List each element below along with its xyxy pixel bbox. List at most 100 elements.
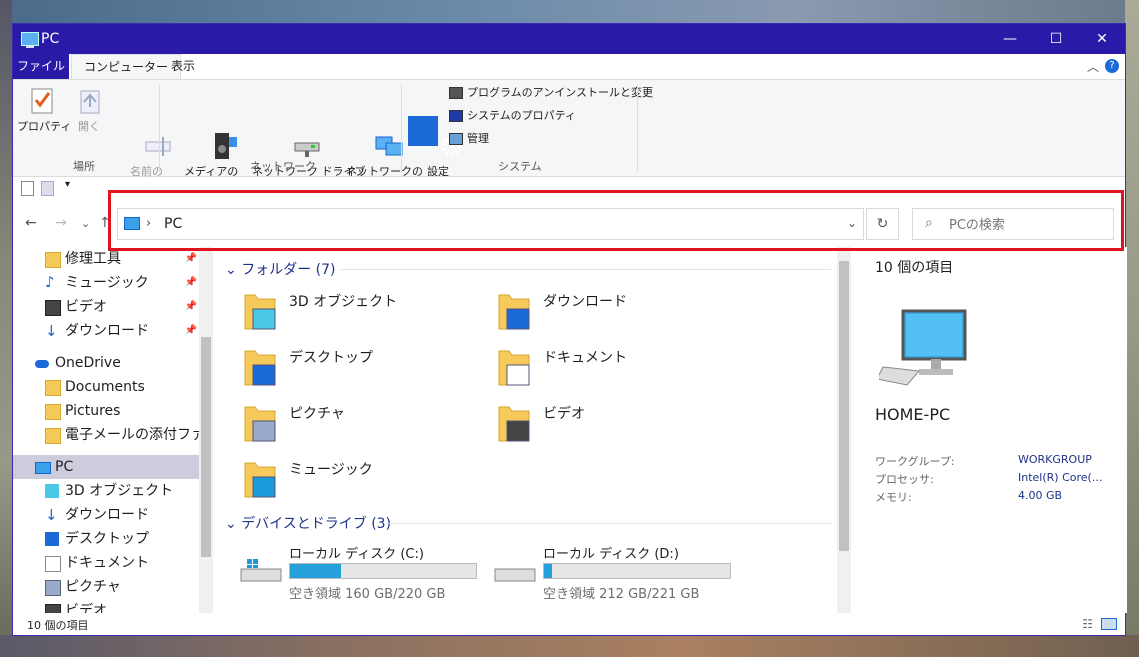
folder-icon <box>45 380 61 396</box>
drives-section-header[interactable]: ⌄ デバイスとドライブ (3) <box>225 513 391 533</box>
network-group-label: ネットワーク <box>250 160 316 173</box>
computer-icon <box>21 32 39 48</box>
content-scrollbar[interactable] <box>837 247 851 613</box>
folder-item[interactable]: ミュージック <box>243 455 483 503</box>
detail-key: メモリ: <box>875 491 912 504</box>
music-folder-icon <box>243 459 277 499</box>
computer-name: HOME-PC <box>875 405 951 424</box>
customize-quick-access-icon[interactable]: ▾ <box>65 179 70 190</box>
cloud-icon <box>35 360 49 368</box>
folder-icon <box>45 252 61 268</box>
ribbon-separator <box>637 84 638 172</box>
uninstall-program-button[interactable]: プログラムのアンインストールと変更 <box>449 84 653 102</box>
minimize-button[interactable]: — <box>987 24 1033 54</box>
desktop-background-left <box>0 0 12 657</box>
help-icon[interactable]: ? <box>1105 59 1119 73</box>
folders-section-header[interactable]: ⌄ フォルダー (7) <box>225 259 335 279</box>
desktop-background-top <box>0 0 1139 24</box>
drive-item[interactable]: ローカル ディスク (D:) 空き領域 212 GB/221 GB <box>493 543 738 602</box>
large-icons-view-icon[interactable] <box>1101 618 1117 630</box>
section-divider <box>389 523 831 524</box>
cube-folder-icon <box>243 291 277 331</box>
nav-item[interactable]: OneDrive <box>13 351 199 375</box>
collapse-ribbon-icon[interactable]: ︿ <box>1087 58 1099 75</box>
new-folder-quick-icon[interactable] <box>41 181 54 196</box>
detail-key: プロセッサ: <box>875 473 934 486</box>
recent-locations-button[interactable]: ⌄ <box>81 217 90 230</box>
folder-item[interactable]: ドキュメント <box>497 343 737 391</box>
properties-button[interactable]: プロパティ <box>17 86 71 134</box>
open-button[interactable]: 開く <box>69 86 109 134</box>
folder-item[interactable]: 3D オブジェクト <box>243 287 483 335</box>
folder-item[interactable]: ピクチャ <box>243 399 483 447</box>
network-location-icon <box>346 116 403 156</box>
drives-section-label: デバイスとドライブ (3) <box>241 516 392 532</box>
title-bar[interactable]: PC — ☐ ✕ <box>13 24 1125 54</box>
documents-folder-icon <box>497 347 531 387</box>
nav-item[interactable]: ♪ ミュージック 📌 <box>13 271 199 295</box>
manage-button[interactable]: 管理 <box>449 130 489 148</box>
properties-icon <box>27 86 57 116</box>
folder-item[interactable]: ビデオ <box>497 399 737 447</box>
hard-drive-icon <box>239 557 283 587</box>
hard-drive-icon <box>493 557 537 587</box>
properties-quick-icon[interactable] <box>21 181 34 196</box>
back-button[interactable]: ← <box>25 215 37 231</box>
open-icon <box>74 86 104 116</box>
nav-item[interactable]: デスクトップ <box>13 527 199 551</box>
nav-item-label: ビデオ <box>65 299 107 315</box>
nav-scrollbar[interactable] <box>199 247 213 613</box>
nav-item[interactable]: PC <box>13 455 199 479</box>
open-label: 開く <box>78 120 100 133</box>
nav-item[interactable]: 電子メールの添付ファイ <box>13 423 213 447</box>
nav-item[interactable]: ピクチャ <box>13 575 199 599</box>
tab-file[interactable]: ファイル <box>13 54 69 79</box>
drive-usage-fill <box>290 564 341 578</box>
system-properties-button[interactable]: システムのプロパティ <box>449 107 576 125</box>
chevron-down-icon: ⌄ <box>225 262 237 278</box>
folder-label: デスクトップ <box>289 350 373 366</box>
drive-usage-fill <box>544 564 552 578</box>
tab-view[interactable]: 表示 <box>159 54 207 79</box>
nav-item-label: 3D オブジェクト <box>65 483 174 499</box>
drive-usage-bar <box>289 563 477 579</box>
drive-free-space: 空き領域 212 GB/221 GB <box>543 587 700 602</box>
maximize-button[interactable]: ☐ <box>1033 24 1079 54</box>
drive-item[interactable]: ローカル ディスク (C:) 空き領域 160 GB/220 GB <box>239 543 484 602</box>
nav-item[interactable]: Documents <box>13 375 199 399</box>
nav-scrollbar-thumb[interactable] <box>201 337 211 557</box>
nav-item[interactable]: ドキュメント <box>13 551 199 575</box>
folder-label: 3D オブジェクト <box>289 294 398 310</box>
details-view-icon[interactable]: ☷ <box>1082 617 1093 631</box>
nav-item-label: 電子メールの添付ファイ <box>65 427 213 443</box>
network-drive-icon <box>264 116 320 157</box>
nav-item[interactable]: ビデオ 📌 <box>13 295 199 319</box>
manage-label: 管理 <box>467 132 489 145</box>
nav-item[interactable]: ↓ ダウンロード 📌 <box>13 319 199 343</box>
forward-button[interactable]: → <box>55 215 67 231</box>
nav-item[interactable]: ↓ ダウンロード <box>13 503 199 527</box>
detail-value: Intel(R) Core(... <box>1018 471 1103 484</box>
folder-item[interactable]: ダウンロード <box>497 287 737 335</box>
detail-value: WORKGROUP <box>1018 453 1092 466</box>
folder-item[interactable]: デスクトップ <box>243 343 483 391</box>
ribbon-separator <box>159 84 160 172</box>
program-icon <box>449 87 463 99</box>
desktop-icon <box>45 532 59 546</box>
content-scrollbar-thumb[interactable] <box>839 261 849 551</box>
nav-item[interactable]: 3D オブジェクト <box>13 479 199 503</box>
content-pane: ⌄ フォルダー (7) 3D オブジェクト ダウンロードデスクトップ ドキュメントピ… <box>213 247 851 613</box>
desktop-background-right <box>1125 0 1139 657</box>
nav-item-label: ピクチャ <box>65 579 121 595</box>
folder-label: ビデオ <box>543 406 585 422</box>
videos-folder-icon <box>497 403 531 443</box>
close-button[interactable]: ✕ <box>1079 24 1125 54</box>
computer-icon <box>876 305 969 395</box>
status-bar: 10 個の項目 ☷ <box>13 613 1125 635</box>
nav-item[interactable]: Pictures <box>13 399 199 423</box>
pictures-folder-icon <box>243 403 277 443</box>
nav-item-label: OneDrive <box>55 355 121 371</box>
ribbon-separator <box>401 84 402 172</box>
nav-item[interactable]: ビデオ <box>13 599 199 613</box>
desktop-folder-icon <box>243 347 277 387</box>
